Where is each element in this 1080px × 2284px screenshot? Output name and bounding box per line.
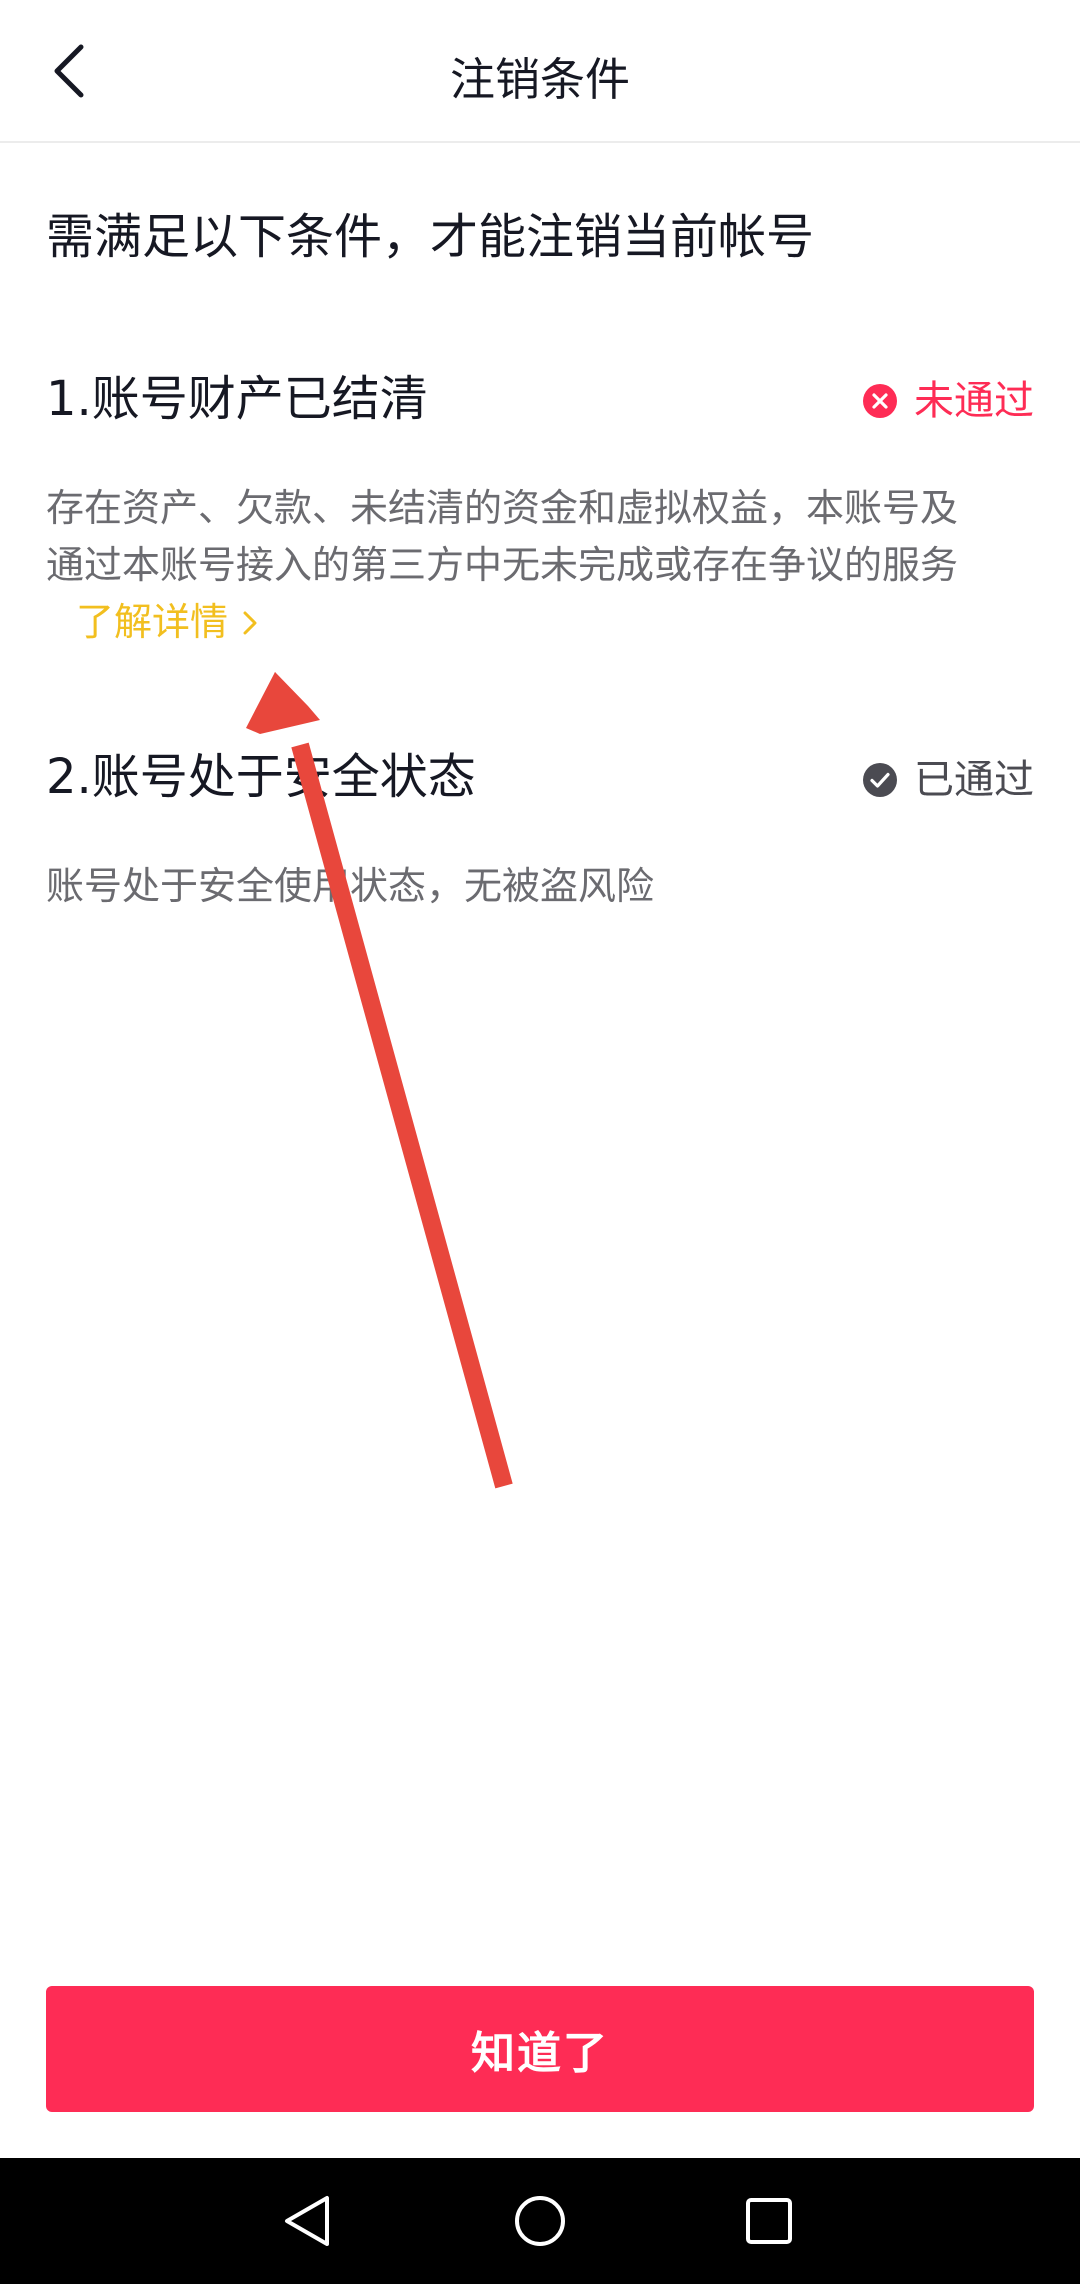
condition-title-assets: 1.账号财产已结清 [46,371,428,427]
status-badge-passed: 已通过 [862,750,1034,810]
learn-more-link[interactable]: 了解详情 [76,594,258,651]
got-it-button[interactable]: 知道了 [46,1986,1034,2112]
status-text-passed: 已通过 [914,757,1034,803]
account-cancellation-page: 注销条件 需满足以下条件，才能注销当前帐号 1.账号财产已结清 未通过 存在资产… [0,0,1080,2284]
condition-description-assets-line-1: 存在资产、欠款、未结清的资金和虚拟权益，本账号及 [46,486,959,530]
circle-home-icon [515,2196,565,2246]
nav-back-button[interactable] [272,2186,342,2256]
chevron-right-icon [243,611,257,634]
intro-text: 需满足以下条件，才能注销当前帐号 [46,209,815,265]
close-circle-icon [863,384,897,418]
triangle-back-icon [285,2196,329,2246]
condition-title-security: 2.账号处于安全状态 [46,749,476,805]
system-nav-bar [0,2158,1080,2284]
nav-home-button[interactable] [505,2186,575,2256]
square-recent-icon [746,2198,792,2244]
status-text-failed: 未通过 [914,378,1034,424]
top-bar: 注销条件 [0,0,1080,143]
condition-description-assets-line-2: 通过本账号接入的第三方中无未完成或存在争议的服务 [46,543,959,587]
check-circle-icon [863,763,897,797]
status-badge-failed: 未通过 [862,371,1034,431]
nav-recent-button[interactable] [734,2186,804,2256]
condition-description-security: 账号处于安全使用状态，无被盗风险 [46,864,655,908]
annotation-arrow-icon [246,672,513,1489]
learn-more-label: 了解详情 [76,600,229,644]
page-title: 注销条件 [449,53,630,106]
